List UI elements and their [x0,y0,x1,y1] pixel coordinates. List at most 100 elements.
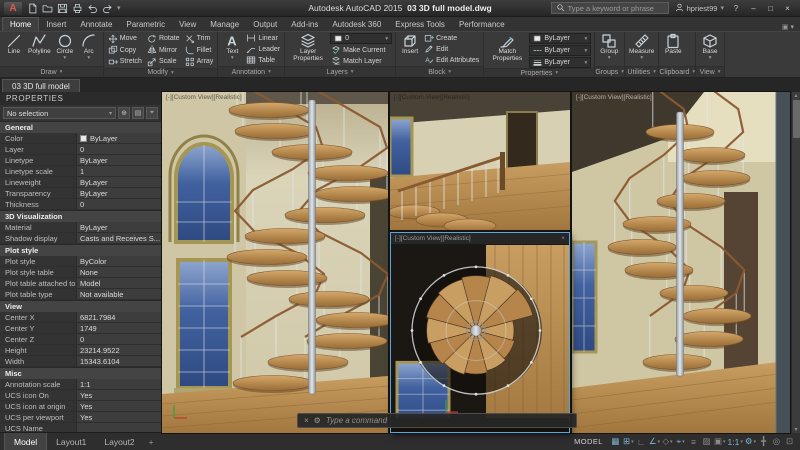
button-line[interactable]: Line [3,33,25,56]
tab-parametric[interactable]: Parametric [119,17,172,31]
panel-label-draw[interactable]: Draw ▾ [0,66,103,77]
viewport-floating-window[interactable]: [-][Custom View][Realistic] × [389,231,571,434]
isolate-objects-icon[interactable]: ◎ [770,435,783,449]
button-match-properties[interactable]: Match Properties [487,33,527,63]
dropdown-linetype[interactable]: ByLayer ▾ [529,45,592,56]
panel-label-properties[interactable]: Properties ▾ [484,68,595,77]
layout-tab-model[interactable]: Model [4,433,48,450]
section-general[interactable]: General [0,121,161,133]
tab-output[interactable]: Output [246,17,284,31]
command-line[interactable]: × ⚙ Type a command [297,413,577,428]
dropdown-object-color[interactable]: ByLayer ▾ [529,33,592,44]
snap-mode-icon[interactable]: ⊞ ▾ [622,435,635,449]
layout-tab-layout2[interactable]: Layout2 [95,433,143,450]
panel-label-modify[interactable]: Modify ▾ [103,67,218,77]
property-value-width[interactable]: 15343.6104 [76,356,161,366]
tab-home[interactable]: Home [2,17,40,31]
property-value-ucs-per-viewport[interactable]: Yes [76,412,161,422]
button-fillet[interactable]: Fillet [184,45,215,57]
customize-command-line-icon[interactable]: ⚙ [314,416,321,425]
layout-tab-layout1[interactable]: Layout1 [47,433,95,450]
section-view[interactable]: View [0,300,161,312]
scroll-up-icon[interactable]: ▴ [794,92,797,99]
button-stretch[interactable]: Stretch [107,56,143,68]
button-mirror[interactable]: Mirror [146,45,181,57]
select-objects-icon[interactable]: ⌖ [146,107,158,119]
button-scale[interactable]: Scale [146,56,181,68]
button-insert[interactable]: Insert [399,33,421,56]
qat-dropdown-icon[interactable]: ▾ [117,4,121,12]
property-value-transparency[interactable]: ByLayer [76,188,161,198]
button-layer-properties[interactable]: Layer Properties [288,33,328,63]
button-linear[interactable]: Linear [245,33,281,43]
panel-label-view[interactable]: View ▾ [696,66,725,77]
property-value-linetype[interactable]: ByLayer [76,155,161,165]
tab-add-ins[interactable]: Add-ins [284,17,325,31]
panel-label-block[interactable]: Block ▾ [396,66,484,77]
button-polyline[interactable]: Polyline [27,33,52,56]
new-file-button[interactable] [25,2,39,15]
property-value-height[interactable]: 23214.9522 [76,345,161,355]
dropdown-layer-select[interactable]: 0 ▾ [330,33,393,44]
lineweight-display-icon[interactable]: ≡ [687,435,700,449]
maximize-button[interactable]: □ [762,2,779,15]
sign-in-button[interactable]: hpriest99 ▾ [672,3,727,14]
button-paste[interactable]: Paste [662,33,684,56]
dropdown-lineweight[interactable]: ByLayer ▾ [529,57,592,68]
redo-button[interactable] [100,2,114,15]
plot-button[interactable] [70,2,84,15]
toggle-value-icon[interactable]: ⊕ [118,107,130,119]
tab-manage[interactable]: Manage [203,17,246,31]
button-leader[interactable]: Leader [245,44,281,54]
quick-select-icon[interactable]: ▤ [132,107,144,119]
button-create[interactable]: Create [423,33,480,43]
button-trim[interactable]: Trim [184,33,215,45]
file-tab[interactable]: 03 3D full model [2,79,80,92]
button-move[interactable]: Move [107,33,143,45]
button-edit[interactable]: Edit [423,44,480,54]
property-value-material[interactable]: ByLayer [76,222,161,232]
annotation-monitor-icon[interactable]: ╋ [757,435,770,449]
section-misc[interactable]: Misc [0,367,161,379]
button-base[interactable]: Base ▾ [699,33,721,62]
viewport-controls-label[interactable]: [-][Custom View][Realistic] [166,94,242,101]
property-value-ucs-name[interactable] [76,423,161,432]
panel-label-annotation[interactable]: Annotation ▾ [218,66,285,77]
button-group[interactable]: Group ▾ [598,33,620,62]
application-menu-button[interactable]: A [4,1,22,15]
button-measure[interactable]: Measure ▾ [628,33,655,62]
viewport-left[interactable]: [-][Custom View][Realistic] [161,91,389,434]
property-value-center-y[interactable]: 1749 [76,323,161,333]
viewport-controls-label[interactable]: [-][Custom View][Realistic] [394,94,470,101]
button-make-current[interactable]: Make Current [330,45,392,55]
annotation-scale-button[interactable]: 1:1 ▾ [727,435,744,449]
button-rotate[interactable]: Rotate [146,33,181,45]
property-value-color[interactable]: ByLayer [76,133,161,143]
object-snap-icon[interactable]: ⌖ ▾ [674,435,687,449]
workspace-switching-icon[interactable]: ⚙ ▾ [744,435,757,449]
button-match-layer[interactable]: Match Layer [330,56,392,66]
tab-insert[interactable]: Insert [39,17,73,31]
section-3d-visualization[interactable]: 3D Visualization [0,210,161,222]
close-command-line-icon[interactable]: × [304,416,309,425]
scroll-down-icon[interactable]: ▾ [794,426,797,433]
tab-view[interactable]: View [172,17,203,31]
viewport-controls-label[interactable]: [-][Custom View][Realistic] [576,94,652,101]
minimize-button[interactable]: – [745,2,762,15]
selection-cycling-icon[interactable]: ▣ ▾ [713,435,727,449]
new-layout-button[interactable]: + [144,433,159,450]
open-file-button[interactable] [40,2,54,15]
selection-dropdown[interactable]: No selection ▾ [3,107,116,119]
scrollbar-thumb[interactable] [792,100,800,138]
save-file-button[interactable] [55,2,69,15]
property-value-shadow-display[interactable]: Casts and Receives S... [76,233,161,243]
property-value-plot-table-type[interactable]: Not available [76,289,161,299]
vertical-scrollbar[interactable]: ▴ ▾ [791,92,800,433]
property-value-ucs-icon-on[interactable]: Yes [76,390,161,400]
panel-label-groups[interactable]: Groups ▾ [595,66,625,77]
button-table[interactable]: Table [245,55,281,65]
ribbon-minimize-icon[interactable]: ▣ ▾ [782,23,798,31]
polar-tracking-icon[interactable]: ∠ ▾ [648,435,661,449]
tab-performance[interactable]: Performance [452,17,512,31]
viewport-middle[interactable]: [-][Custom View][Realistic] [389,91,571,231]
